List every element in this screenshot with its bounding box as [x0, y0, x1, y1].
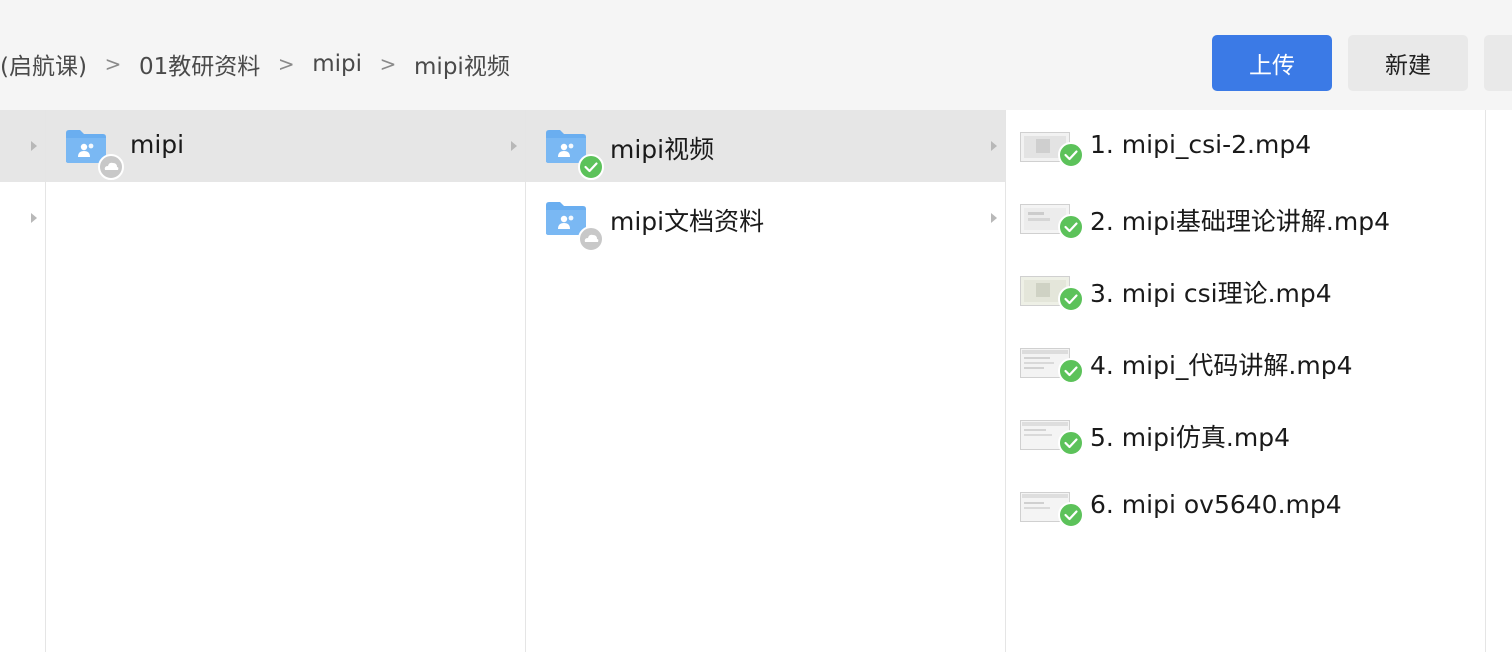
expand-arrow-icon	[991, 141, 997, 151]
folder-row-mipi-video[interactable]: mipi视频	[526, 110, 1005, 182]
file-row[interactable]: 3. mipi csi理论.mp4	[1006, 254, 1485, 326]
synced-check-icon	[1058, 502, 1084, 528]
upload-button[interactable]: 上传	[1212, 35, 1332, 91]
folder-label: mipi文档资料	[610, 207, 765, 236]
cloud-icon	[98, 154, 124, 180]
expand-arrow-icon	[31, 141, 37, 151]
file-row[interactable]: 5. mipi仿真.mp4	[1006, 398, 1485, 470]
chevron-right-icon: >	[277, 52, 295, 76]
column-2: mipi视频 mipi文档资料	[526, 110, 1006, 652]
synced-check-icon	[1058, 142, 1084, 168]
breadcrumb-current[interactable]: mipi视频	[414, 47, 510, 81]
expand-arrow-icon	[31, 213, 37, 223]
cloud-icon	[578, 226, 604, 252]
more-button[interactable]	[1484, 35, 1512, 91]
expand-arrow-icon	[511, 141, 517, 151]
breadcrumb-item[interactable]: 01教研资料	[139, 47, 260, 81]
chevron-right-icon: >	[379, 52, 397, 76]
folder-label: mipi	[130, 130, 185, 159]
file-row[interactable]: 4. mipi_代码讲解.mp4	[1006, 326, 1485, 398]
file-label: 1. mipi_csi-2.mp4	[1090, 130, 1312, 159]
file-label: 2. mipi基础理论讲解.mp4	[1090, 207, 1390, 236]
file-label: 4. mipi_代码讲解.mp4	[1090, 351, 1353, 380]
folder-label: mipi视频	[610, 135, 715, 164]
synced-check-icon	[1058, 286, 1084, 312]
file-label: 5. mipi仿真.mp4	[1090, 423, 1290, 452]
top-bar: (启航课) > 01教研资料 > mipi > mipi视频 上传 新建	[0, 0, 1512, 110]
synced-check-icon	[1058, 430, 1084, 456]
column-1: mipi	[46, 110, 526, 652]
chevron-right-icon: >	[104, 52, 122, 76]
folder-row-mipi-docs[interactable]: mipi文档资料	[526, 182, 1005, 254]
file-row[interactable]: 2. mipi基础理论讲解.mp4	[1006, 182, 1485, 254]
synced-check-icon	[1058, 214, 1084, 240]
list-item[interactable]	[0, 182, 45, 254]
list-item[interactable]	[0, 110, 45, 182]
file-row[interactable]: 6. mipi ov5640.mp4	[1006, 470, 1485, 542]
column-3: 1. mipi_csi-2.mp4 2. mipi基础理论讲解.mp4 3. m…	[1006, 110, 1486, 652]
breadcrumb: (启航课) > 01教研资料 > mipi > mipi视频	[0, 44, 510, 84]
file-label: 3. mipi csi理论.mp4	[1090, 279, 1332, 308]
breadcrumb-item[interactable]: mipi	[312, 51, 362, 77]
new-button[interactable]: 新建	[1348, 35, 1468, 91]
synced-check-icon	[1058, 358, 1084, 384]
column-parent	[0, 110, 46, 652]
file-label: 6. mipi ov5640.mp4	[1090, 490, 1342, 519]
expand-arrow-icon	[991, 213, 997, 223]
breadcrumb-item[interactable]: (启航课)	[0, 47, 87, 81]
synced-check-icon	[578, 154, 604, 180]
folder-row-mipi[interactable]: mipi	[46, 110, 525, 182]
file-row[interactable]: 1. mipi_csi-2.mp4	[1006, 110, 1485, 182]
